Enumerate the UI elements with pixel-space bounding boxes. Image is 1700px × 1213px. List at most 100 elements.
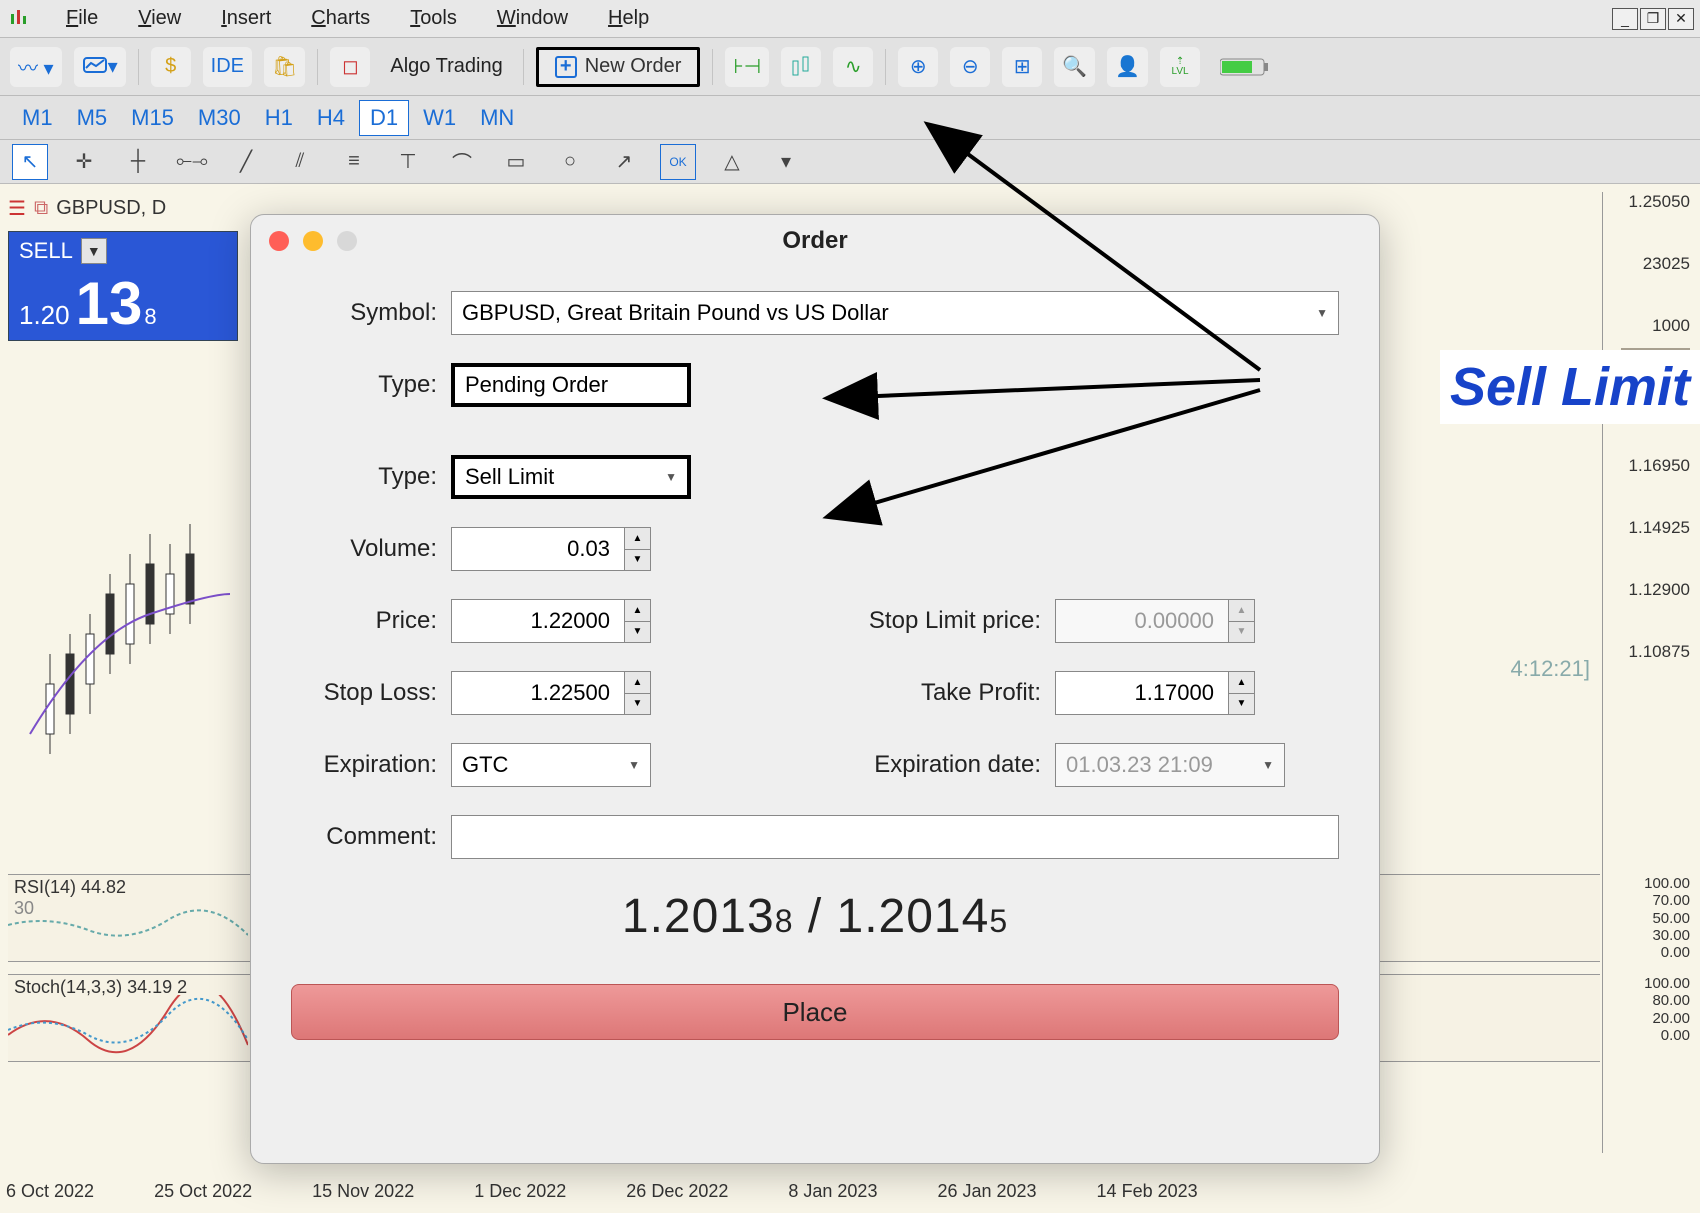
pending-type-value: Sell Limit [465,464,554,490]
sell-price-pip: 8 [144,304,156,330]
spin-up-icon[interactable]: ▲ [625,600,650,622]
expiration-label: Expiration: [291,751,451,779]
dialog-zoom-icon[interactable] [337,231,357,251]
channel-icon[interactable]: ⫽ [282,144,318,180]
tf-m1[interactable]: M1 [12,101,63,135]
vline-icon[interactable]: ┼ [120,144,156,180]
dialog-close-icon[interactable] [269,231,289,251]
lvl-label: LVL [1172,67,1189,77]
menu-tools[interactable]: Tools [404,5,463,32]
stop-loss-input[interactable]: 1.22500▲▼ [451,671,651,715]
stop-icon[interactable]: ◻ [330,47,370,87]
volume-input[interactable]: 0.03▲▼ [451,527,651,571]
menu-help[interactable]: Help [602,5,655,32]
order-type-select[interactable]: Pending Order [451,363,691,407]
fibo-icon[interactable]: ⊤ [390,144,426,180]
hline-icon[interactable]: ⟜⊸ [174,144,210,180]
account-icon[interactable]: 👤 [1107,47,1148,87]
take-profit-label: Take Profit: [835,679,1055,707]
spin-down-icon[interactable]: ▼ [625,694,650,715]
chart-mode-icon: ☰ [8,196,26,221]
time-x-axis: 6 Oct 2022 25 Oct 2022 15 Nov 2022 1 Dec… [6,1181,1600,1207]
market-icon[interactable]: $ [151,47,191,87]
tf-d1[interactable]: D1 [359,100,409,136]
crosshair-icon[interactable]: ✛ [66,144,102,180]
app-logo-icon [8,7,32,31]
candlestick-icon[interactable] [781,47,821,87]
ylabel: 1.14925 [1629,518,1690,538]
bid-ask-display: 1.20138 / 1.20145 [291,889,1339,944]
menubar: File View Insert Charts Tools Window Hel… [0,0,1700,38]
expiration-select[interactable]: GTC [451,743,651,787]
candlestick-chart [10,334,240,834]
symbol-label: Symbol: [291,299,451,327]
algo-trading-button[interactable]: Algo Trading [382,47,510,87]
dialog-minimize-icon[interactable] [303,231,323,251]
ylabel: 1000 [1652,316,1690,336]
xlabel: 8 Jan 2023 [788,1181,877,1207]
tf-m5[interactable]: M5 [67,101,118,135]
window-controls: _ ❐ ✕ [1612,8,1700,30]
price-input[interactable]: 1.22000▲▼ [451,599,651,643]
stoch-scale: 20.00 [1602,1010,1694,1027]
menu-file[interactable]: File [60,5,104,32]
line-icon[interactable]: ∿ [833,47,873,87]
stoch-scale: 80.00 [1602,992,1694,1009]
sell-dropdown-icon[interactable]: ▼ [81,238,107,264]
maximize-button[interactable]: ❐ [1640,8,1666,30]
spin-down-icon[interactable]: ▼ [625,550,650,571]
equidistant-icon[interactable]: ≡ [336,144,372,180]
tf-m15[interactable]: M15 [121,101,184,135]
trendline-icon[interactable]: ╱ [228,144,264,180]
symbol-select[interactable]: GBPUSD, Great Britain Pound vs US Dollar [451,291,1339,335]
place-button[interactable]: Place [291,984,1339,1040]
comment-input[interactable] [451,815,1339,859]
timeframe-bar: M1 M5 M15 M30 H1 H4 D1 W1 MN [0,96,1700,140]
shopping-icon[interactable]: 🛍 [264,47,305,87]
minimize-button[interactable]: _ [1612,8,1638,30]
ylabel: 1.25050 [1629,192,1690,212]
tf-m30[interactable]: M30 [188,101,251,135]
new-order-button[interactable]: + New Order [536,47,701,87]
menu-window[interactable]: Window [491,5,574,32]
spin-down-icon[interactable]: ▼ [625,622,650,643]
take-profit-input[interactable]: 1.17000▲▼ [1055,671,1255,715]
ellipse-icon[interactable]: ○ [552,144,588,180]
tf-h1[interactable]: H1 [255,101,303,135]
spin-down-icon[interactable]: ▼ [1229,694,1254,715]
zoom-in-icon[interactable]: ⊕ [898,47,938,87]
cursor-icon[interactable]: ↖ [12,144,48,180]
line-chart-icon[interactable]: 〰 ▾ [10,47,62,87]
indicators-icon[interactable]: ▾ [74,47,126,87]
menu-insert[interactable]: Insert [215,5,277,32]
spin-up-icon[interactable]: ▲ [625,672,650,694]
ask-price: 1.2014 [837,890,990,943]
ok-icon[interactable]: OK [660,144,696,180]
pending-type-select[interactable]: Sell Limit [451,455,691,499]
chart-layout-icon: ⧉ [34,197,48,220]
tf-mn[interactable]: MN [470,101,524,135]
comment-label: Comment: [291,823,451,851]
lvl-icon[interactable]: ⇡LVL [1160,47,1200,87]
triangle-icon[interactable]: △ [714,144,750,180]
tf-h4[interactable]: H4 [307,101,355,135]
ide-button[interactable]: IDE [203,47,252,87]
menu-charts[interactable]: Charts [305,5,376,32]
close-button[interactable]: ✕ [1668,8,1694,30]
arrow-tool-icon[interactable]: ↗ [606,144,642,180]
more-draw-icon[interactable]: ▾ [768,144,804,180]
battery-icon [1212,47,1278,87]
rect-icon[interactable]: ▭ [498,144,534,180]
grid-icon[interactable]: ⊞ [1002,47,1042,87]
menu-view[interactable]: View [132,5,187,32]
spin-up-icon[interactable]: ▲ [1229,672,1254,694]
spin-up-icon[interactable]: ▲ [625,528,650,550]
xlabel: 25 Oct 2022 [154,1181,252,1207]
arc-icon[interactable]: ⌒ [444,144,480,180]
one-click-sell-tile[interactable]: SELL ▼ 1.20 13 8 [8,231,238,341]
search-icon[interactable]: 🔍 [1054,47,1095,87]
bar-chart-icon[interactable]: ⊦⊣ [725,47,769,87]
zoom-out-icon[interactable]: ⊖ [950,47,990,87]
time-overlay: 4:12:21] [1510,656,1590,682]
tf-w1[interactable]: W1 [413,101,466,135]
